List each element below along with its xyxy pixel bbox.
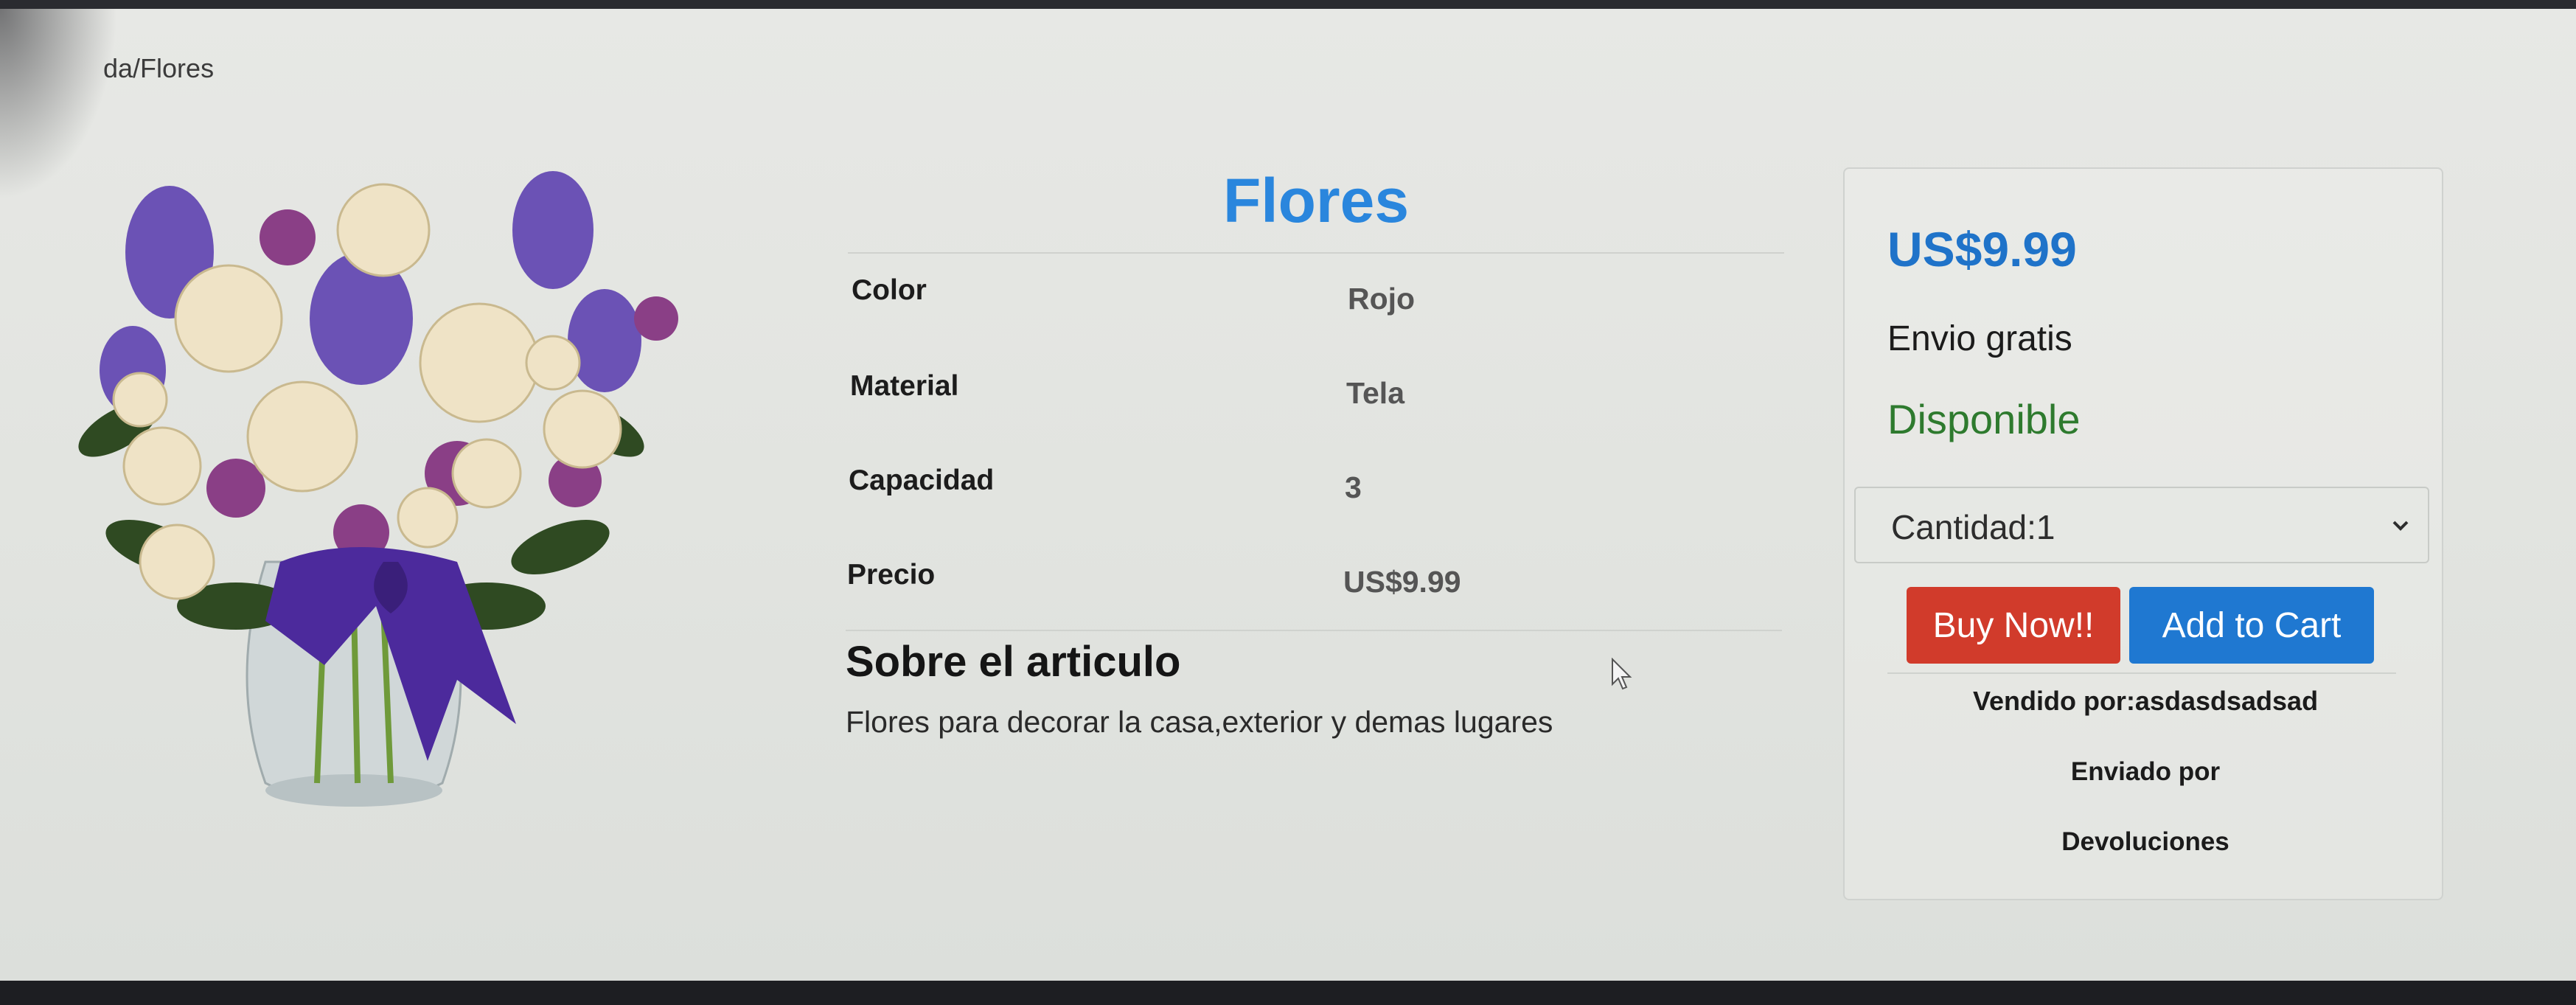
title-divider (848, 252, 1784, 254)
sold-by-text: Vendido por:asdasdsadsad (1972, 686, 2319, 716)
shipped-by-text: Enviado por (2070, 757, 2221, 786)
spec-label-material: Material (850, 370, 959, 402)
free-shipping-text: Envio gratis (1887, 319, 2072, 358)
bottom-bezel (0, 981, 2576, 1005)
quantity-select-value: Cantidad:1 (1891, 508, 2055, 546)
spec-label-color: Color (852, 274, 927, 306)
spec-value-capacity: 3 (1345, 470, 1362, 504)
returns-text[interactable]: Devoluciones (1887, 827, 2403, 857)
buybox-price: US$9.99 (1887, 222, 2077, 277)
flower-bouquet-image (78, 171, 678, 807)
product-title: Flores (1222, 166, 1410, 235)
spec-value-material: Tela (1346, 376, 1404, 410)
about-heading: Sobre el articulo (846, 638, 1181, 686)
spec-label-capacity: Capacidad (849, 465, 995, 496)
breadcrumb-text[interactable]: da/Flores (103, 53, 214, 83)
buy-now-button[interactable]: Buy Now!! (1907, 587, 2120, 664)
about-text: Flores para decorar la casa,exterior y d… (846, 705, 1553, 739)
spec-value-color: Rojo (1348, 282, 1416, 316)
specs-divider (846, 630, 1782, 631)
mouse-cursor-icon (1612, 658, 1632, 690)
spec-value-price: US$9.99 (1343, 565, 1461, 599)
page: da/Flores Flores Color Rojo Material Tel… (0, 9, 2576, 981)
add-to-cart-button[interactable]: Add to Cart (2129, 587, 2374, 664)
quantity-select[interactable]: Cantidad:1 (1854, 487, 2429, 563)
spec-label-price: Precio (847, 559, 936, 591)
top-bezel (0, 0, 2576, 9)
availability-status: Disponible (1887, 396, 2081, 442)
chevron-down-icon (2392, 521, 2409, 531)
buybox-divider (1887, 672, 2396, 674)
product-image (44, 149, 737, 842)
breadcrumb[interactable]: da/Flores (103, 53, 214, 84)
